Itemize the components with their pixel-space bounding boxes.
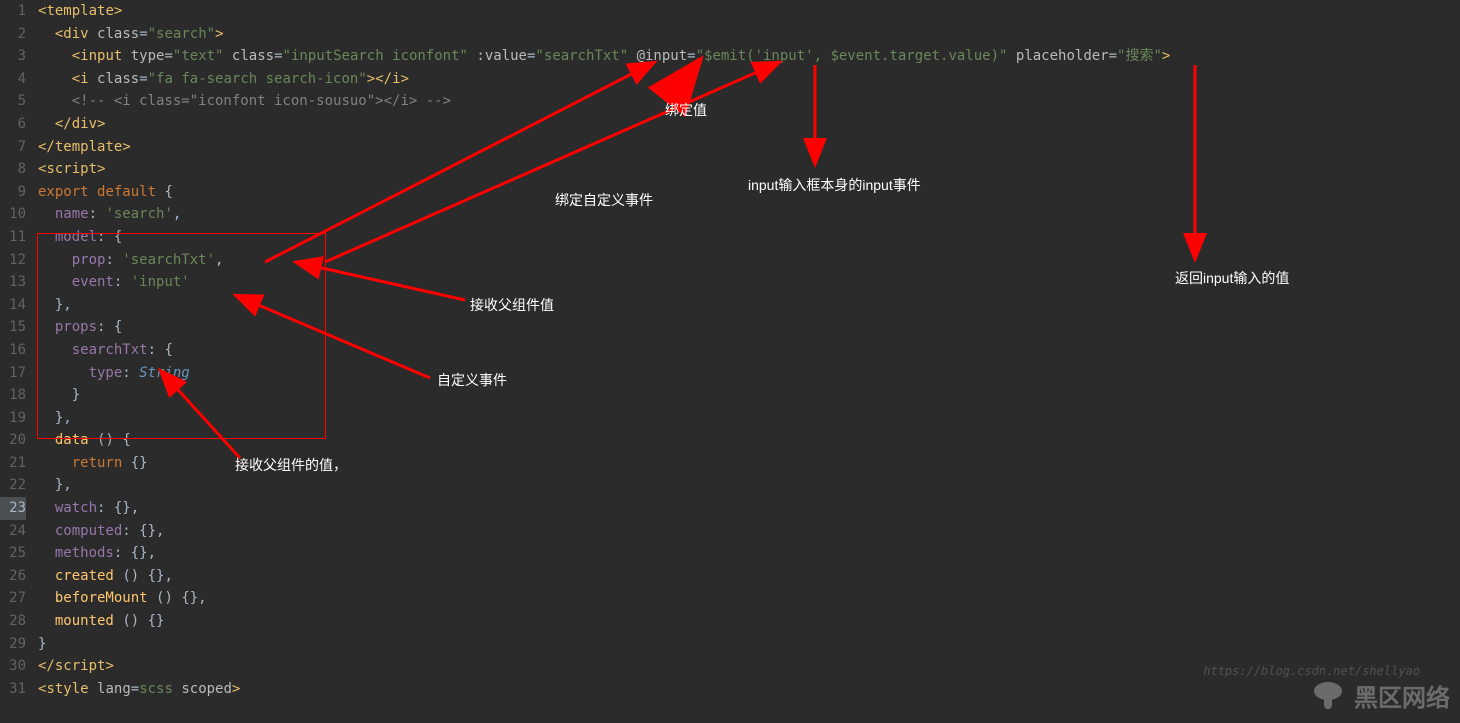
code-line[interactable]: <style lang=scss scoped> (38, 678, 1460, 701)
line-number: 13 (0, 271, 26, 294)
code-line[interactable]: }, (38, 474, 1460, 497)
line-number: 21 (0, 452, 26, 475)
watermark: 黑区网络 (1310, 677, 1450, 713)
line-number: 5 (0, 90, 26, 113)
line-number: 24 (0, 520, 26, 543)
line-gutter: 1 2 3 4 5 6 7 8 9 10 11 12 13 14 15 16 1… (0, 0, 34, 723)
line-number: 17 (0, 362, 26, 385)
line-number: 19 (0, 407, 26, 430)
line-number: 12 (0, 249, 26, 272)
line-number: 6 (0, 113, 26, 136)
line-number: 3 (0, 45, 26, 68)
line-number: 15 (0, 316, 26, 339)
line-number: 18 (0, 384, 26, 407)
line-number: 4 (0, 68, 26, 91)
code-line[interactable]: <i class="fa fa-search search-icon"></i> (38, 68, 1460, 91)
line-number: 22 (0, 474, 26, 497)
code-editor: 1 2 3 4 5 6 7 8 9 10 11 12 13 14 15 16 1… (0, 0, 1460, 723)
line-number: 29 (0, 633, 26, 656)
line-number: 30 (0, 655, 26, 678)
code-line[interactable]: name: 'search', (38, 203, 1460, 226)
code-line[interactable]: data () { (38, 429, 1460, 452)
line-number: 28 (0, 610, 26, 633)
code-line[interactable]: <script> (38, 158, 1460, 181)
code-line[interactable]: } (38, 384, 1460, 407)
code-line[interactable]: <template> (38, 0, 1460, 23)
code-line[interactable]: created () {}, (38, 565, 1460, 588)
line-number: 1 (0, 0, 26, 23)
code-line[interactable]: type: String (38, 362, 1460, 385)
code-line[interactable]: }, (38, 294, 1460, 317)
code-line[interactable]: return {} (38, 452, 1460, 475)
code-line[interactable]: }, (38, 407, 1460, 430)
code-line[interactable]: </template> (38, 136, 1460, 159)
line-number: 26 (0, 565, 26, 588)
line-number-current: 23 (0, 497, 26, 520)
code-line[interactable]: <div class="search"> (38, 23, 1460, 46)
code-line[interactable]: </div> (38, 113, 1460, 136)
code-line[interactable]: props: { (38, 316, 1460, 339)
code-line[interactable]: prop: 'searchTxt', (38, 249, 1460, 272)
watermark-url: https://blog.csdn.net/shellyao (1203, 664, 1420, 678)
line-number: 27 (0, 587, 26, 610)
line-number: 9 (0, 181, 26, 204)
line-number: 11 (0, 226, 26, 249)
code-line[interactable]: beforeMount () {}, (38, 587, 1460, 610)
code-line[interactable]: searchTxt: { (38, 339, 1460, 362)
line-number: 7 (0, 136, 26, 159)
code-line[interactable]: } (38, 633, 1460, 656)
code-line[interactable]: watch: {}, (38, 497, 1460, 520)
code-line[interactable]: <input type="text" class="inputSearch ic… (38, 45, 1460, 68)
line-number: 10 (0, 203, 26, 226)
line-number: 31 (0, 678, 26, 701)
code-line[interactable]: export default { (38, 181, 1460, 204)
code-line[interactable]: <!-- <i class="iconfont icon-sousuo"></i… (38, 90, 1460, 113)
code-line[interactable]: computed: {}, (38, 520, 1460, 543)
code-line[interactable]: methods: {}, (38, 542, 1460, 565)
mushroom-icon (1310, 677, 1346, 713)
code-line[interactable]: mounted () {} (38, 610, 1460, 633)
line-number: 2 (0, 23, 26, 46)
line-number: 20 (0, 429, 26, 452)
code-line[interactable]: model: { (38, 226, 1460, 249)
code-content[interactable]: <template> <div class="search"> <input t… (34, 0, 1460, 723)
line-number: 16 (0, 339, 26, 362)
line-number: 14 (0, 294, 26, 317)
line-number: 8 (0, 158, 26, 181)
line-number: 25 (0, 542, 26, 565)
code-line[interactable]: event: 'input' (38, 271, 1460, 294)
